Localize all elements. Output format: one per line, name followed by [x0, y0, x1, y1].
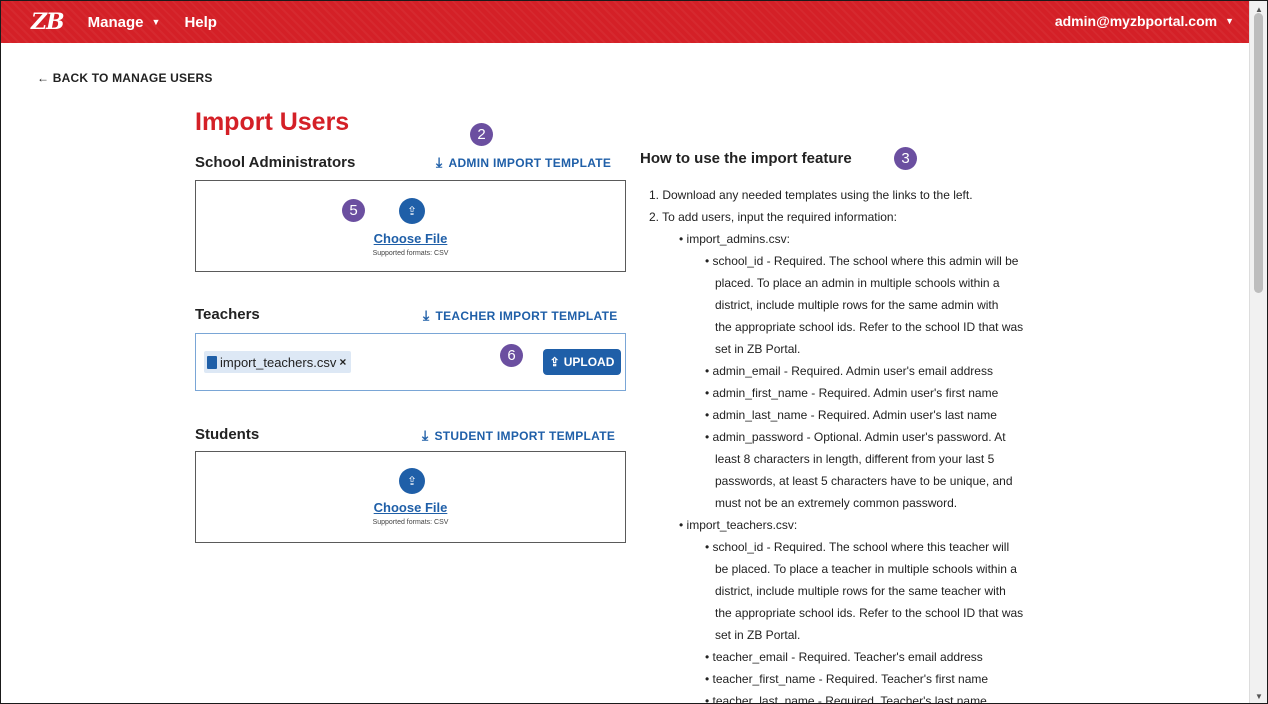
upload-icon[interactable]: ⇪ [399, 198, 425, 224]
teacher-template-label: TEACHER IMPORT TEMPLATE [435, 308, 618, 323]
instruction-line: • admin_last_name - Required. Admin user… [705, 408, 997, 422]
instruction-line: must not be an extremely common password… [715, 496, 958, 510]
manage-menu-label: Manage [87, 13, 144, 31]
students-section-label: Students [195, 426, 260, 443]
instruction-line: • admin_email - Required. Admin user's e… [705, 364, 993, 378]
instruction-line: placed. To place an admin in multiple sc… [715, 276, 1000, 290]
back-to-manage-users-link[interactable]: ← BACK TO MANAGE USERS [37, 71, 213, 85]
upload-button[interactable]: ⇪ UPLOAD [543, 349, 621, 375]
top-navigation-bar: ZB Manage ▼ Help admin@myzbportal.com ▼ [1, 1, 1250, 43]
help-link[interactable]: Help [184, 14, 217, 31]
remove-file-icon[interactable]: × [339, 355, 346, 369]
instruction-line: 2. To add users, input the required info… [649, 210, 897, 224]
student-template-label: STUDENT IMPORT TEMPLATE [434, 428, 616, 443]
file-icon [207, 355, 217, 369]
admin-template-label: ADMIN IMPORT TEMPLATE [448, 155, 612, 170]
howto-title: How to use the import feature [640, 150, 852, 167]
scroll-down-arrow-icon[interactable]: ▼ [1255, 692, 1263, 701]
chevron-down-icon: ▼ [151, 17, 161, 27]
instruction-line: • admin_first_name - Required. Admin use… [705, 386, 999, 400]
download-icon: ⤓ [422, 427, 429, 443]
user-menu[interactable]: admin@myzbportal.com ▼ [1055, 13, 1234, 29]
instruction-line: passwords, at least 5 characters have to… [715, 474, 1013, 488]
student-import-template-link[interactable]: ⤓ STUDENT IMPORT TEMPLATE [422, 427, 615, 444]
app-frame: ZB Manage ▼ Help admin@myzbportal.com ▼ … [0, 0, 1268, 704]
instruction-line: the appropriate school ids. Refer to the… [715, 320, 1024, 334]
instruction-line: least 8 characters in length, different … [715, 452, 995, 466]
manage-menu[interactable]: Manage ▼ [88, 14, 161, 31]
instruction-line: set in ZB Portal. [715, 342, 801, 356]
instruction-line: district, include multiple rows for the … [715, 298, 999, 312]
user-email: admin@myzbportal.com [1054, 13, 1218, 29]
selected-file-chip: import_teachers.csv × [204, 351, 352, 373]
students-supported-formats: Supported formats: CSV [372, 519, 449, 526]
admin-import-template-link[interactable]: ⤓ ADMIN IMPORT TEMPLATE [436, 154, 611, 171]
instruction-line: • import_teachers.csv: [679, 518, 798, 532]
page-title: Import Users [195, 108, 350, 136]
teacher-import-template-link[interactable]: ⤓ TEACHER IMPORT TEMPLATE [423, 307, 618, 324]
admins-file-dropzone[interactable]: ⇪ Choose File Supported formats: CSV [195, 180, 626, 272]
upload-icon[interactable]: ⇪ [399, 468, 425, 494]
instruction-line: the appropriate school ids. Refer to the… [715, 606, 1024, 620]
instruction-line: • teacher_first_name - Required. Teacher… [705, 672, 989, 686]
annotation-badge-2: 2 [470, 123, 493, 146]
instruction-line: • teacher_last_name - Required. Teacher'… [705, 694, 987, 704]
instruction-line: district, include multiple rows for the … [715, 584, 1006, 598]
instruction-line: • school_id - Required. The school where… [705, 254, 1019, 268]
annotation-badge-6: 6 [500, 344, 523, 367]
upload-button-label: UPLOAD [563, 355, 615, 369]
instruction-line: 1. Download any needed templates using t… [649, 188, 973, 202]
instruction-line: • school_id - Required. The school where… [705, 540, 1010, 554]
download-icon: ⤓ [436, 154, 443, 170]
admins-supported-formats: Supported formats: CSV [372, 250, 449, 257]
teachers-file-selection[interactable]: import_teachers.csv × ⇪ UPLOAD [195, 333, 626, 391]
annotation-badge-3: 3 [894, 147, 917, 170]
admins-section-label: School Administrators [195, 154, 356, 171]
instruction-line: • admin_password - Optional. Admin user'… [705, 430, 1006, 444]
scrollbar-thumb[interactable] [1254, 13, 1263, 293]
zb-logo[interactable]: ZB [31, 9, 65, 35]
download-icon: ⤓ [423, 307, 430, 323]
teachers-section-label: Teachers [195, 306, 260, 323]
admins-choose-file-link[interactable]: Choose File [196, 231, 625, 246]
chevron-down-icon: ▼ [1225, 16, 1234, 26]
import-instructions: 1. Download any needed templates using t… [649, 184, 1069, 704]
instruction-line: set in ZB Portal. [715, 628, 801, 642]
upload-icon: ⇪ [549, 355, 560, 369]
students-file-dropzone[interactable]: ⇪ Choose File Supported formats: CSV [195, 451, 626, 543]
annotation-badge-5: 5 [342, 199, 365, 222]
page-scrollbar[interactable]: ▲ ▼ [1249, 1, 1267, 703]
instruction-line: • import_admins.csv: [679, 232, 790, 246]
instruction-line: be placed. To place a teacher in multipl… [715, 562, 1017, 576]
instruction-line: • teacher_email - Required. Teacher's em… [705, 650, 983, 664]
selected-file-name: import_teachers.csv [220, 354, 337, 370]
students-choose-file-link[interactable]: Choose File [196, 500, 625, 515]
